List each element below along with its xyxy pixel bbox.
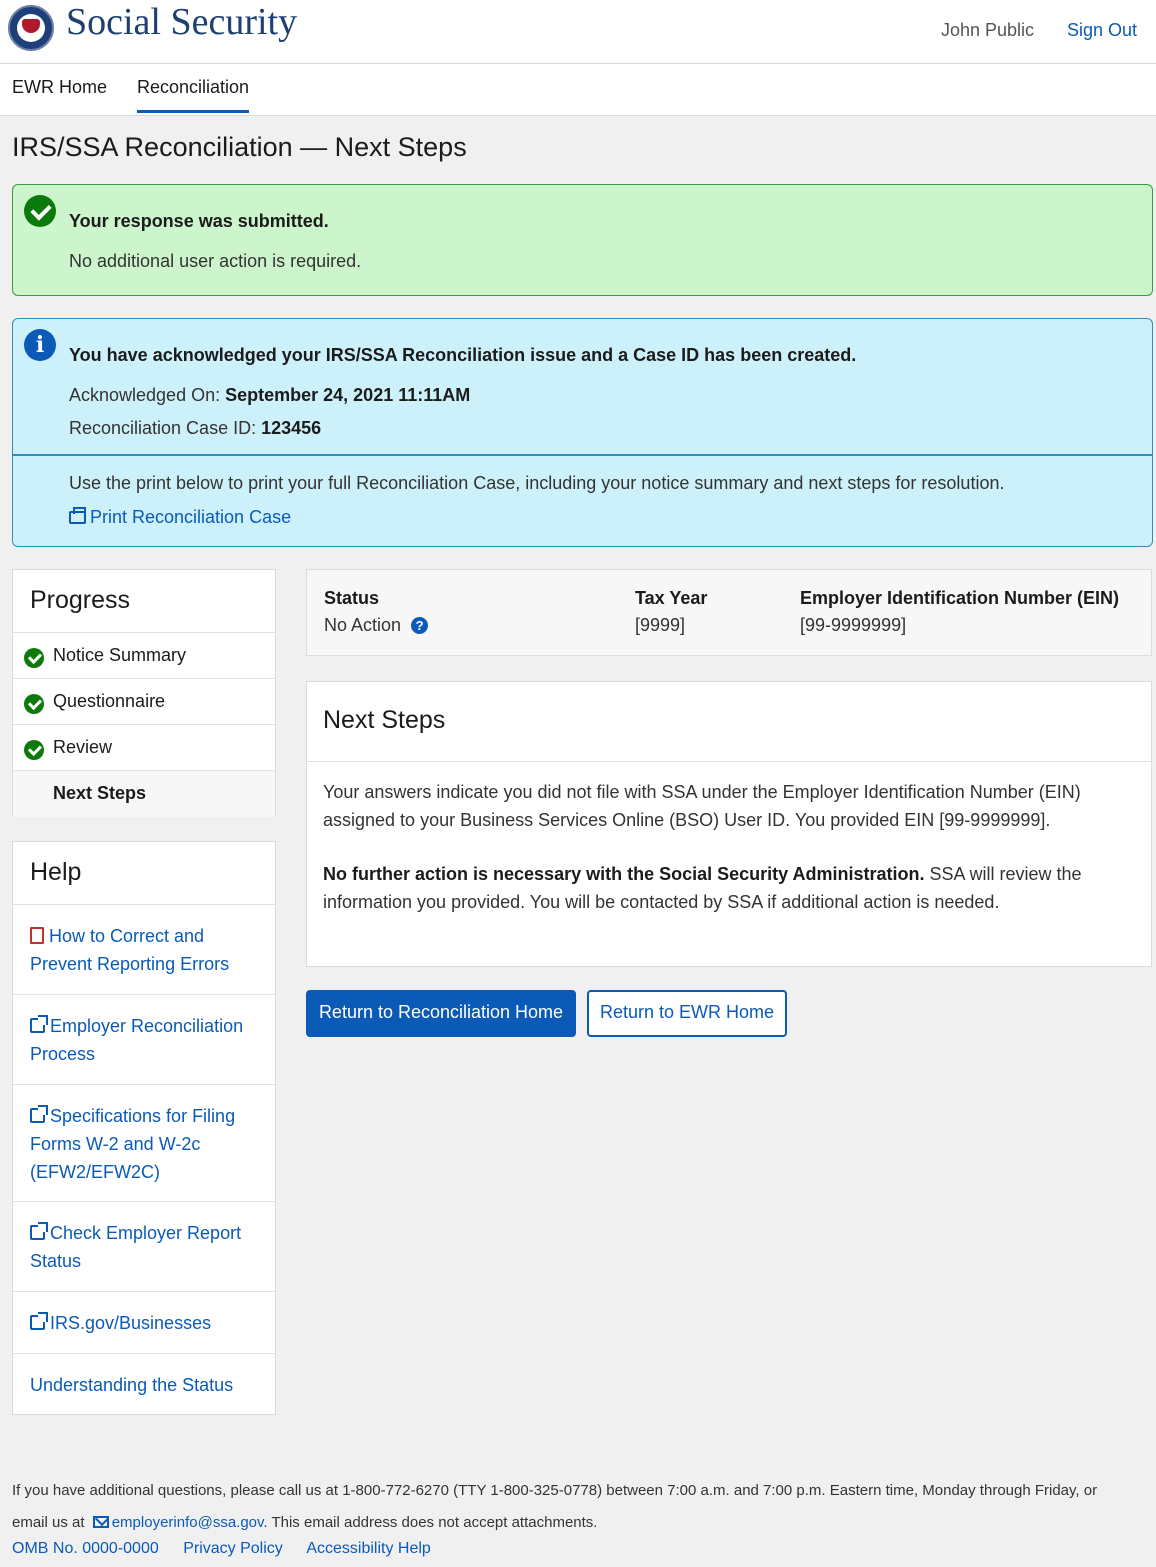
help-link-label: Understanding the Status <box>30 1375 234 1395</box>
success-alert-message: No additional user action is required. <box>69 251 362 271</box>
next-steps-emphasis: No further action is necessary with the … <box>323 864 925 884</box>
check-icon <box>24 648 44 668</box>
tab-reconciliation-label: Reconciliation <box>137 77 250 97</box>
sign-out-link[interactable]: Sign Out <box>1067 20 1137 41</box>
print-instructions: Use the print below to print your full R… <box>69 473 1005 493</box>
question-circle-icon[interactable]: ? <box>411 617 429 634</box>
user-name: John Public <box>940 20 1034 40</box>
case-id: Reconciliation Case ID: 123456 <box>69 418 321 439</box>
help-link-irs-businesses[interactable]: IRS.gov/Businesses <box>13 1292 275 1354</box>
progress-item-next-steps: Next Steps <box>13 771 275 817</box>
tax-year-value: [9999] <box>635 615 686 635</box>
progress-item-review[interactable]: Review <box>13 725 275 771</box>
help-link-label: Check Employer Report Status <box>30 1223 242 1271</box>
external-link-icon <box>30 1015 48 1033</box>
help-title: Help <box>13 842 275 905</box>
help-link-efw2-specs[interactable]: Specifications for Filing Forms W-2 and … <box>13 1085 275 1202</box>
progress-item-label: Questionnaire <box>53 691 166 711</box>
next-steps-paragraph-1: Your answers indicate you did not file w… <box>323 782 1081 830</box>
help-link-report-status[interactable]: Check Employer Report Status <box>13 1202 275 1292</box>
success-alert: Your response was submitted. No addition… <box>12 184 1153 296</box>
footer-link-accessibility[interactable]: Accessibility Help <box>306 1540 430 1557</box>
progress-title: Progress <box>13 570 275 633</box>
main-nav-tabs: EWR Home Reconciliation <box>0 64 1156 116</box>
case-id-value: 123456 <box>261 418 322 438</box>
return-reconciliation-home-button[interactable]: Return to Reconciliation Home <box>306 990 576 1037</box>
ein-label: Employer Identification Number (EIN) <box>800 588 1120 608</box>
page-title: IRS/SSA Reconciliation — Next Steps <box>12 132 467 162</box>
info-alert: i You have acknowledged your IRS/SSA Rec… <box>12 318 1153 547</box>
print-case-link[interactable]: Print Reconciliation Case <box>69 507 291 528</box>
footer-link-omb[interactable]: OMB No. 0000-0000 <box>12 1540 159 1557</box>
help-link-label: IRS.gov/Businesses <box>50 1313 212 1333</box>
progress-item-questionnaire[interactable]: Questionnaire <box>13 679 275 725</box>
help-link-reconciliation-process[interactable]: Employer Reconciliation Process <box>13 995 275 1085</box>
info-alert-title: You have acknowledged your IRS/SSA Recon… <box>69 345 857 365</box>
info-icon: i <box>24 329 56 361</box>
help-link-label: Employer Reconciliation Process <box>30 1016 244 1064</box>
footer-links: OMB No. 0000-0000 Privacy Policy Accessi… <box>12 1540 451 1558</box>
status-value: No Action? <box>324 615 429 636</box>
case-status-bar: Status No Action? Tax Year [9999] Employ… <box>306 569 1152 656</box>
pdf-icon <box>30 927 44 944</box>
tax-year-label: Tax Year <box>635 588 708 608</box>
printer-icon <box>69 507 86 524</box>
tab-ewr-home[interactable]: EWR Home <box>12 77 107 112</box>
envelope-icon <box>92 1516 109 1528</box>
next-steps-panel: Next Steps Your answers indicate you did… <box>306 681 1152 967</box>
help-panel: Help How to Correct and Prevent Reportin… <box>12 841 276 1415</box>
case-id-label: Reconciliation Case ID: <box>69 418 257 438</box>
active-tab-indicator <box>137 110 250 113</box>
return-ewr-home-button[interactable]: Return to EWR Home <box>587 990 787 1037</box>
print-case-label: Print Reconciliation Case <box>90 507 292 527</box>
acknowledged-on: Acknowledged On: September 24, 2021 11:1… <box>69 385 470 406</box>
help-link-label: How to Correct and Prevent Reporting Err… <box>30 926 230 974</box>
acknowledged-value: September 24, 2021 11:11AM <box>225 385 471 405</box>
status-label: Status <box>324 588 380 608</box>
footer-email-link[interactable]: employerinfo@ssa.gov <box>89 1514 264 1531</box>
acknowledged-label: Acknowledged On: <box>69 385 221 405</box>
alert-divider <box>13 454 1152 456</box>
brand-title[interactable]: Social Security <box>66 0 297 44</box>
progress-item-label: Notice Summary <box>53 645 187 665</box>
footer-email-text: employerinfo@ssa.gov <box>111 1514 264 1531</box>
status-value-text: No Action <box>324 615 402 635</box>
ssa-seal-logo[interactable] <box>8 5 54 51</box>
progress-panel: Progress Notice Summary Questionnaire Re… <box>12 569 276 817</box>
external-link-icon <box>30 1312 48 1330</box>
success-alert-title: Your response was submitted. <box>69 211 329 231</box>
next-steps-paragraph-2: No further action is necessary with the … <box>323 860 1123 916</box>
footer-contact-text-2: . This email address does not accept att… <box>263 1514 598 1531</box>
help-link-label: Specifications for Filing Forms W-2 and … <box>30 1106 236 1182</box>
next-steps-title: Next Steps <box>307 682 1151 762</box>
progress-item-label: Next Steps <box>53 783 147 803</box>
external-link-icon <box>30 1105 48 1123</box>
tab-reconciliation[interactable]: Reconciliation <box>137 77 250 113</box>
help-link-correct-errors[interactable]: How to Correct and Prevent Reporting Err… <box>13 905 275 995</box>
progress-item-label: Review <box>53 737 113 757</box>
progress-item-notice-summary[interactable]: Notice Summary <box>13 633 275 679</box>
footer-link-privacy[interactable]: Privacy Policy <box>183 1540 283 1557</box>
check-icon <box>24 694 44 714</box>
external-link-icon <box>30 1222 48 1240</box>
ein-value: [99-9999999] <box>800 615 907 635</box>
check-icon <box>24 740 44 760</box>
success-check-icon <box>24 195 56 227</box>
help-link-understanding-status[interactable]: Understanding the Status <box>13 1354 275 1414</box>
site-header: Social Security John Public Sign Out <box>0 0 1156 64</box>
footer-contact: If you have additional questions, please… <box>12 1475 1132 1539</box>
